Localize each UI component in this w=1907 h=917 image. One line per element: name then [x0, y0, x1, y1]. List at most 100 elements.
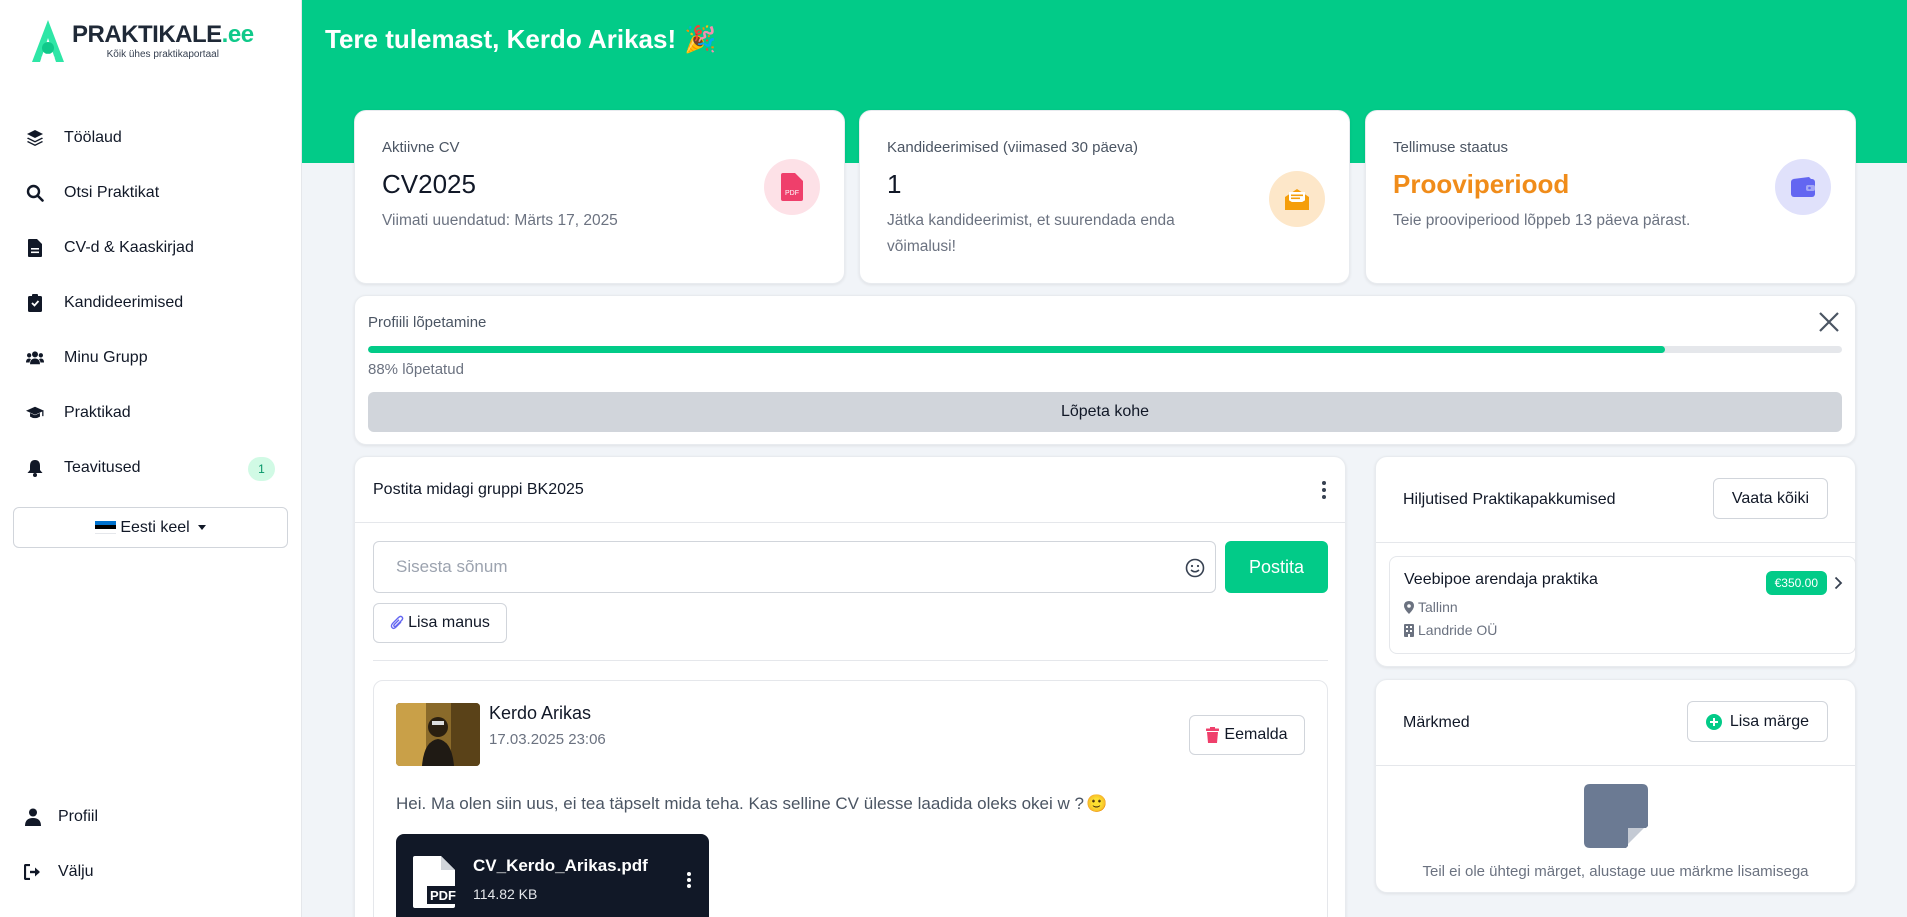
profile-progress-text: 88% lõpetatud: [368, 361, 464, 378]
sidebar-item-label: Minu Grupp: [64, 348, 148, 366]
avatar: [396, 703, 480, 766]
notification-count-badge: 1: [248, 457, 275, 481]
sidebar-item-label: Profiil: [58, 807, 99, 825]
welcome-text: Tere tulemast, Kerdo Arikas!: [325, 24, 677, 54]
recent-offers-card: Hiljutised Praktikapakkumised Vaata kõik…: [1375, 456, 1856, 667]
profile-completion-card: Profiili lõpetamine 88% lõpetatud Lõpeta…: [354, 295, 1856, 445]
sidebar-item-label: Otsi Praktikat: [64, 183, 160, 201]
stat-label: Tellimuse staatus: [1393, 139, 1509, 156]
recent-offers-title: Hiljutised Praktikapakkumised: [1403, 491, 1616, 508]
page-title: Tere tulemast, Kerdo Arikas! 🎉: [325, 24, 717, 55]
group-post-header: Postita midagi gruppi BK2025: [355, 457, 1345, 523]
sidebar-item-label: Välju: [58, 862, 94, 880]
notes-empty-text: Teil ei ole ühtegi märget, alustage uue …: [1422, 863, 1809, 880]
sidebar-item-valju[interactable]: Välju: [0, 844, 302, 899]
stat-description: Teie prooviperiood lõppeb 13 päeva päras…: [1393, 212, 1691, 229]
sidebar-item-teavitused[interactable]: Teavitused 1: [0, 440, 302, 495]
map-pin-icon: [1404, 600, 1414, 614]
notes-header: Märkmed Lisa märge: [1376, 680, 1855, 766]
stat-description: Jätka kandideerimist, et suurendada enda…: [887, 212, 1175, 255]
sidebar-item-cv[interactable]: CV-d & Kaaskirjad: [0, 220, 302, 275]
sidebar-item-minu-grupp[interactable]: Minu Grupp: [0, 330, 302, 385]
bell-icon: [26, 459, 44, 477]
sidebar: PRAKTIKALE.ee Kõik ühes praktikaportaal …: [0, 0, 302, 917]
svg-text:PDF: PDF: [430, 888, 456, 903]
close-icon[interactable]: [1817, 310, 1841, 334]
layers-icon: [26, 129, 44, 147]
stat-card-applications: Kandideerimised (viimased 30 päeva) 1 Jä…: [859, 110, 1350, 284]
sidebar-item-kandideerimised[interactable]: Kandideerimised: [0, 275, 302, 330]
recent-offers-header: Hiljutised Praktikapakkumised Vaata kõik…: [1376, 457, 1855, 543]
sidebar-item-toolaud[interactable]: Töölaud: [0, 110, 302, 165]
add-attachment-button[interactable]: Lisa manus: [373, 603, 507, 643]
pdf-file-icon: PDF: [413, 856, 459, 908]
pdf-file-icon: PDF: [764, 159, 820, 215]
job-location: Tallinn: [1404, 599, 1458, 615]
stat-value: Prooviperiood: [1393, 169, 1570, 199]
add-note-button[interactable]: Lisa märge: [1686, 701, 1828, 742]
svg-text:PDF: PDF: [785, 190, 799, 197]
users-icon: [26, 349, 44, 367]
estonia-flag-icon: [95, 521, 117, 534]
more-options-icon[interactable]: [1321, 481, 1327, 499]
remove-post-button[interactable]: Eemalda: [1189, 715, 1305, 755]
brand-name: PRAKTIKALE.ee: [72, 21, 254, 48]
language-select[interactable]: Eesti keel: [13, 507, 288, 548]
caret-down-icon: [197, 525, 206, 530]
divider: [373, 660, 1328, 661]
logout-icon: [24, 863, 42, 881]
stat-card-active-cv: Aktiivne CV CV2025 Viimati uuendatud: Mä…: [354, 110, 845, 284]
stat-label: Kandideerimised (viimased 30 päeva): [887, 139, 1138, 156]
sidebar-bottom-nav: Profiil Välju: [0, 789, 302, 899]
sidebar-item-profiil[interactable]: Profiil: [0, 789, 302, 844]
message-input[interactable]: Sisesta sõnum: [373, 541, 1216, 593]
brand-tagline: Kõik ühes praktikaportaal: [106, 49, 219, 60]
sidebar-nav: Töölaud Otsi Praktikat CV-d & Kaaskirjad…: [0, 110, 302, 495]
sidebar-item-otsi-praktikat[interactable]: Otsi Praktikat: [0, 165, 302, 220]
brand-logo[interactable]: PRAKTIKALE.ee Kõik ühes praktikaportaal: [28, 18, 254, 64]
attachment-file-size: 114.82 KB: [473, 886, 538, 902]
building-icon: [1404, 623, 1414, 637]
job-offer-item[interactable]: Veebipoe arendaja praktika Tallinn Landr…: [1389, 556, 1856, 654]
smiley-icon: 🙂: [1085, 794, 1108, 813]
trash-icon: [1206, 727, 1220, 743]
plus-circle-icon: [1705, 713, 1722, 730]
view-all-button[interactable]: Vaata kõiki: [1712, 478, 1828, 519]
clipboard-icon: [26, 293, 44, 312]
stat-description: Viimati uuendatud: Märts 17, 2025: [382, 212, 618, 229]
stat-card-subscription: Tellimuse staatus Prooviperiood Teie pro…: [1365, 110, 1856, 284]
post-body: Hei. Ma olen siin uus, ei tea täpselt mi…: [396, 794, 1084, 813]
sticky-note-icon: [1583, 784, 1648, 848]
profile-progress-bar: [368, 346, 1842, 353]
post-date: 17.03.2025 23:06: [489, 731, 606, 748]
envelope-open-icon: [1269, 171, 1325, 227]
post-button[interactable]: Postita: [1225, 541, 1328, 593]
group-post: Kerdo Arikas 17.03.2025 23:06 Eemalda He…: [373, 680, 1328, 917]
remove-post-label: Eemalda: [1224, 726, 1288, 743]
notes-card: Märkmed Lisa märge Teil ei ole ühtegi mä…: [1375, 679, 1856, 893]
job-price-badge: €350.00: [1765, 571, 1827, 595]
group-post-card: Postita midagi gruppi BK2025 Sisesta sõn…: [354, 456, 1346, 917]
emoji-icon[interactable]: [1185, 558, 1205, 578]
chevron-right-icon: [1834, 576, 1843, 590]
attachment-file-name: CV_Kerdo_Arikas.pdf: [473, 856, 648, 875]
sidebar-item-praktikad[interactable]: Praktikad: [0, 385, 302, 440]
group-post-title: Postita midagi gruppi BK2025: [373, 480, 584, 498]
job-company: Landride OÜ: [1404, 622, 1497, 638]
user-icon: [24, 808, 42, 826]
sidebar-item-label: Praktikad: [64, 403, 131, 421]
complete-profile-button[interactable]: Lõpeta kohe: [368, 392, 1842, 432]
notes-empty-state: Teil ei ole ühtegi märget, alustage uue …: [1376, 784, 1855, 880]
stat-value: 1: [887, 169, 902, 199]
wallet-icon: [1775, 159, 1831, 215]
add-note-label: Lisa märge: [1729, 712, 1809, 730]
file-options-icon[interactable]: [687, 872, 691, 888]
paperclip-icon: [390, 615, 404, 630]
attachment-file[interactable]: PDF CV_Kerdo_Arikas.pdf 114.82 KB: [396, 834, 709, 917]
language-label: Eesti keel: [120, 518, 190, 536]
profile-completion-title: Profiili lõpetamine: [368, 314, 487, 331]
file-icon: [26, 238, 44, 257]
profile-progress-fill: [368, 346, 1666, 353]
stat-label: Aktiivne CV: [382, 139, 460, 156]
logo-icon: [32, 20, 64, 62]
